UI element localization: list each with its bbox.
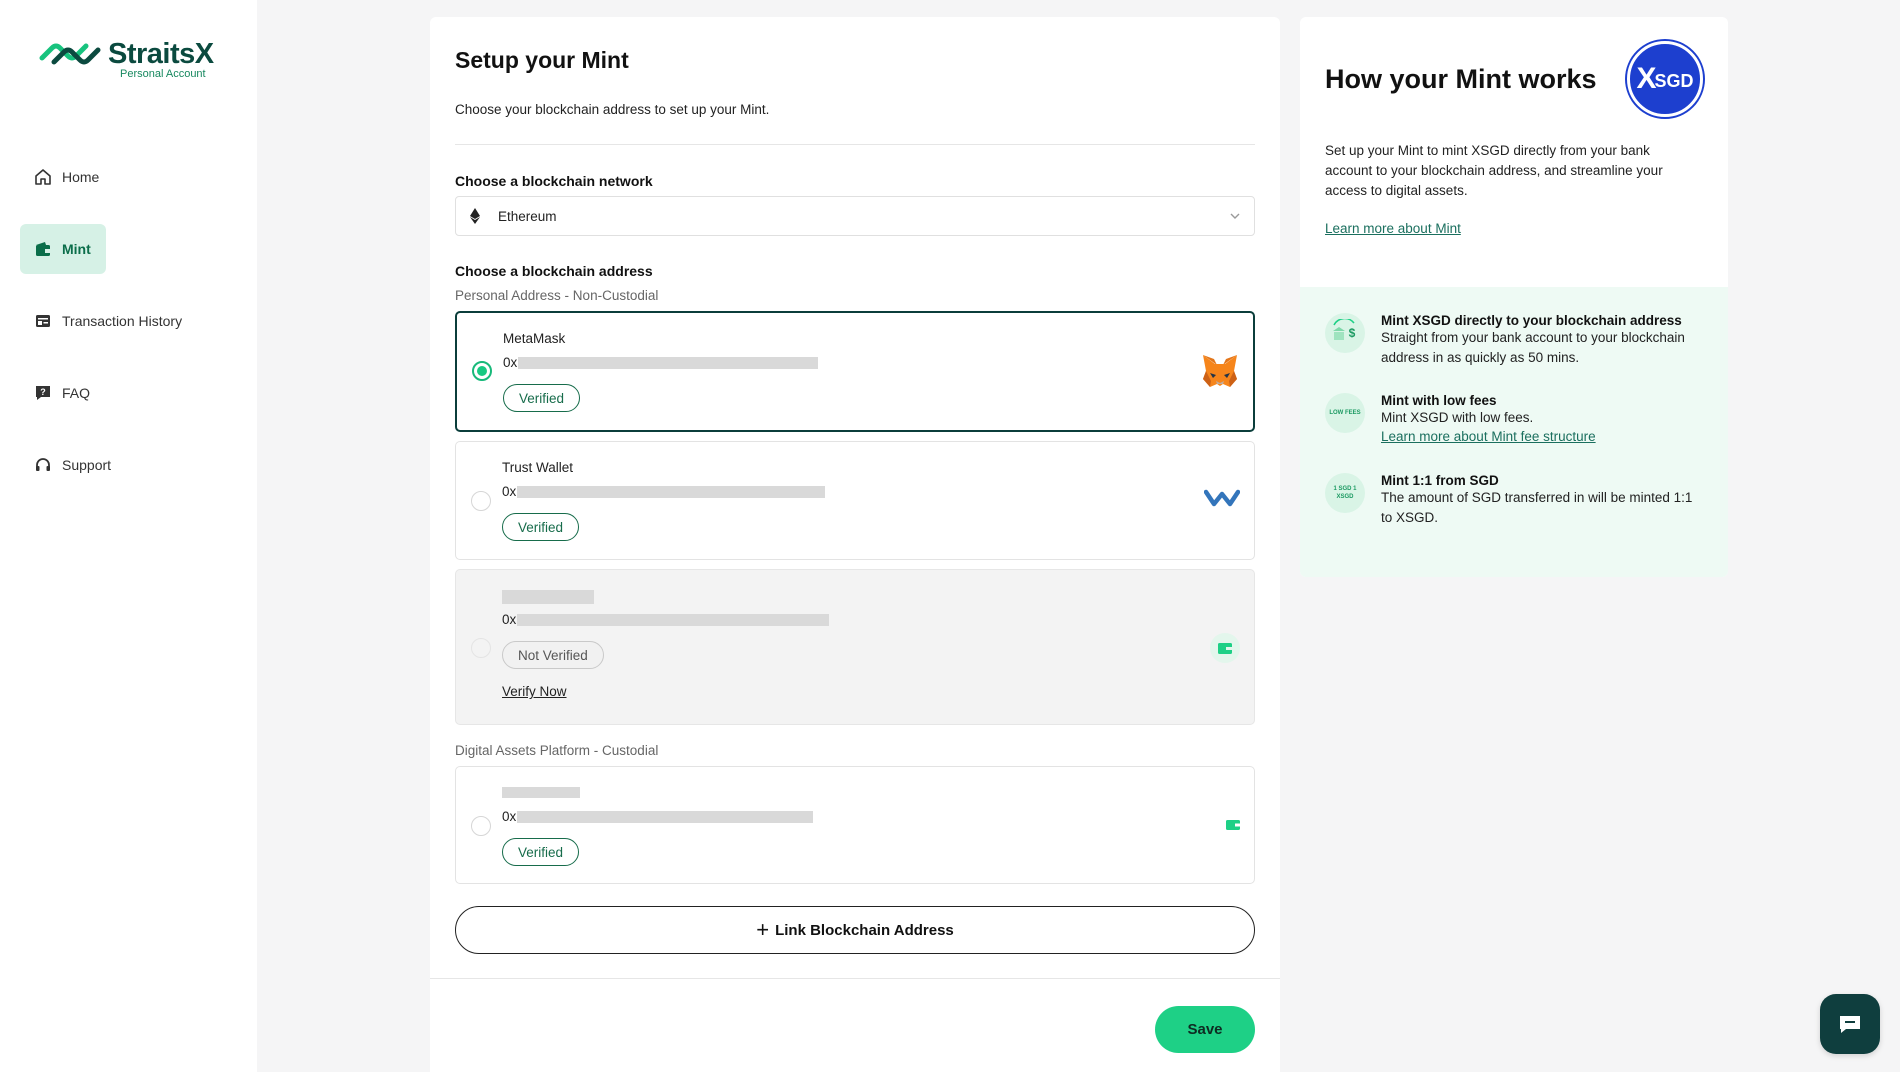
feature-text: Mint XSGD with low fees. [1381, 410, 1534, 425]
wallet-name-redacted [502, 787, 580, 798]
ethereum-icon [470, 208, 484, 224]
wallet-name: Trust Wallet [502, 460, 574, 475]
history-icon [34, 312, 52, 330]
sgd-xsgd-icon: 1 SGD 1 XSGD [1325, 473, 1365, 513]
wallet-option-trust-wallet[interactable]: Trust Wallet 0x Verified [455, 441, 1255, 560]
status-badge: Verified [503, 384, 581, 412]
divider [455, 144, 1255, 145]
address-redacted [517, 810, 814, 823]
page-title: Setup your Mint [455, 47, 629, 73]
low-fees-icon: LOW FEES [1325, 393, 1365, 433]
trust-wallet-icon [1204, 486, 1240, 510]
brand-subtitle: Personal Account [120, 68, 206, 80]
sidebar-item-faq[interactable]: ? FAQ [20, 368, 240, 418]
sidebar-item-support[interactable]: Support [20, 440, 240, 490]
sidebar-item-label: FAQ [62, 385, 91, 401]
features-panel: $ Mint XSGD directly to your blockchain … [1300, 287, 1728, 577]
wallet-radio[interactable] [471, 816, 491, 836]
status-badge: Not Verified [502, 641, 604, 669]
feature-title: Mint XSGD directly to your blockchain ad… [1381, 313, 1682, 328]
wallet-option-metamask[interactable]: MetaMask 0x Verified [455, 311, 1255, 432]
wallet-radio [471, 638, 491, 658]
sidebar-item-label: Mint [62, 241, 91, 257]
plus-icon: + [756, 917, 770, 942]
info-description: Set up your Mint to mint XSGD directly f… [1325, 143, 1663, 198]
address-redacted [517, 485, 826, 498]
network-value: Ethereum [498, 208, 557, 224]
feature-title: Mint 1:1 from SGD [1381, 473, 1499, 488]
feature-item: $ Mint XSGD directly to your blockchain … [1325, 313, 1706, 368]
straitsx-logo[interactable]: StraitsX Personal Account [38, 38, 214, 80]
wallet-address: 0x [502, 484, 826, 499]
address-prefix: 0x [502, 612, 517, 627]
sidebar-item-label: Support [62, 457, 112, 473]
address-redacted [518, 356, 819, 369]
fee-structure-link[interactable]: Learn more about Mint fee structure [1381, 429, 1596, 444]
chevron-down-icon [1228, 209, 1242, 226]
wallet-address: 0x [502, 809, 814, 824]
low-fees-icon-text: LOW FEES [1329, 410, 1361, 416]
wallet-address: 0x [503, 355, 819, 370]
custodial-group-label: Digital Assets Platform - Custodial [455, 743, 659, 758]
wallet-icon [34, 240, 52, 258]
wallet-address: 0x [502, 612, 830, 627]
svg-text:?: ? [40, 387, 46, 397]
page-subtitle: Choose your blockchain address to set up… [455, 102, 770, 117]
feature-item: LOW FEES Mint with low fees Mint XSGD wi… [1325, 393, 1706, 446]
generic-wallet-icon [1226, 820, 1240, 830]
wallet-name: MetaMask [503, 331, 566, 346]
question-icon: ? [34, 384, 52, 402]
straitsx-logo-icon [39, 43, 101, 65]
sidebar-item-label: Home [62, 169, 100, 185]
learn-more-mint-link[interactable]: Learn more about Mint [1325, 221, 1461, 236]
wallet-radio[interactable] [472, 361, 492, 381]
info-title: How your Mint works [1325, 64, 1597, 94]
sgd-xsgd-icon-text: 1 SGD 1 XSGD [1333, 486, 1357, 500]
address-prefix: 0x [502, 484, 517, 499]
sidebar-nav: Home Mint Transaction History ? FAQ Supp… [20, 152, 240, 512]
xsgd-logo-text: SGD [1654, 70, 1694, 91]
sidebar-item-transaction-history[interactable]: Transaction History [20, 296, 240, 346]
wallet-name-redacted [502, 590, 594, 604]
chat-support-button[interactable] [1820, 994, 1880, 1054]
address-prefix: 0x [502, 809, 517, 824]
status-badge: Verified [502, 838, 580, 866]
feature-item: 1 SGD 1 XSGD Mint 1:1 from SGD The amoun… [1325, 473, 1706, 528]
svg-text:$: $ [1349, 326, 1356, 340]
generic-wallet-icon [1210, 633, 1240, 663]
brand-name: StraitsX [108, 38, 214, 70]
verify-now-link[interactable]: Verify Now [502, 684, 567, 699]
personal-group-label: Personal Address - Non-Custodial [455, 288, 659, 303]
network-label: Choose a blockchain network [455, 173, 653, 189]
save-button[interactable]: Save [1155, 1006, 1255, 1053]
address-prefix: 0x [503, 355, 518, 370]
feature-text: The amount of SGD transferred in will be… [1381, 490, 1693, 525]
feature-title: Mint with low fees [1381, 393, 1497, 408]
how-mint-works-card: How your Mint works X SGD Set up your Min… [1300, 17, 1728, 577]
xsgd-logo-icon: X SGD [1627, 41, 1703, 117]
metamask-fox-icon [1201, 353, 1239, 389]
sidebar-item-mint[interactable]: Mint [20, 224, 106, 274]
address-label: Choose a blockchain address [455, 263, 653, 279]
wallet-option-custodial[interactable]: 0x Verified [455, 766, 1255, 884]
headset-icon [34, 456, 52, 474]
network-select[interactable]: Ethereum [455, 196, 1255, 236]
wallet-option-unverified[interactable]: 0x Not Verified Verify Now [455, 569, 1255, 725]
footer-divider [430, 978, 1280, 979]
chat-icon [1840, 1016, 1860, 1033]
setup-mint-card: Setup your Mint Choose your blockchain a… [430, 17, 1280, 1072]
bank-to-dollar-icon: $ [1325, 313, 1365, 353]
sidebar: StraitsX Personal Account Home Mint Tran… [0, 0, 257, 1072]
xsgd-logo-x: X [1636, 62, 1656, 95]
home-icon [34, 168, 52, 186]
feature-text: Straight from your bank account to your … [1381, 330, 1685, 365]
wallet-radio[interactable] [471, 491, 491, 511]
link-button-label: Link Blockchain Address [775, 921, 954, 939]
link-blockchain-address-button[interactable]: + Link Blockchain Address [455, 906, 1255, 954]
address-redacted [517, 613, 830, 626]
sidebar-item-label: Transaction History [62, 313, 183, 329]
status-badge: Verified [502, 513, 580, 541]
sidebar-item-home[interactable]: Home [20, 152, 240, 202]
